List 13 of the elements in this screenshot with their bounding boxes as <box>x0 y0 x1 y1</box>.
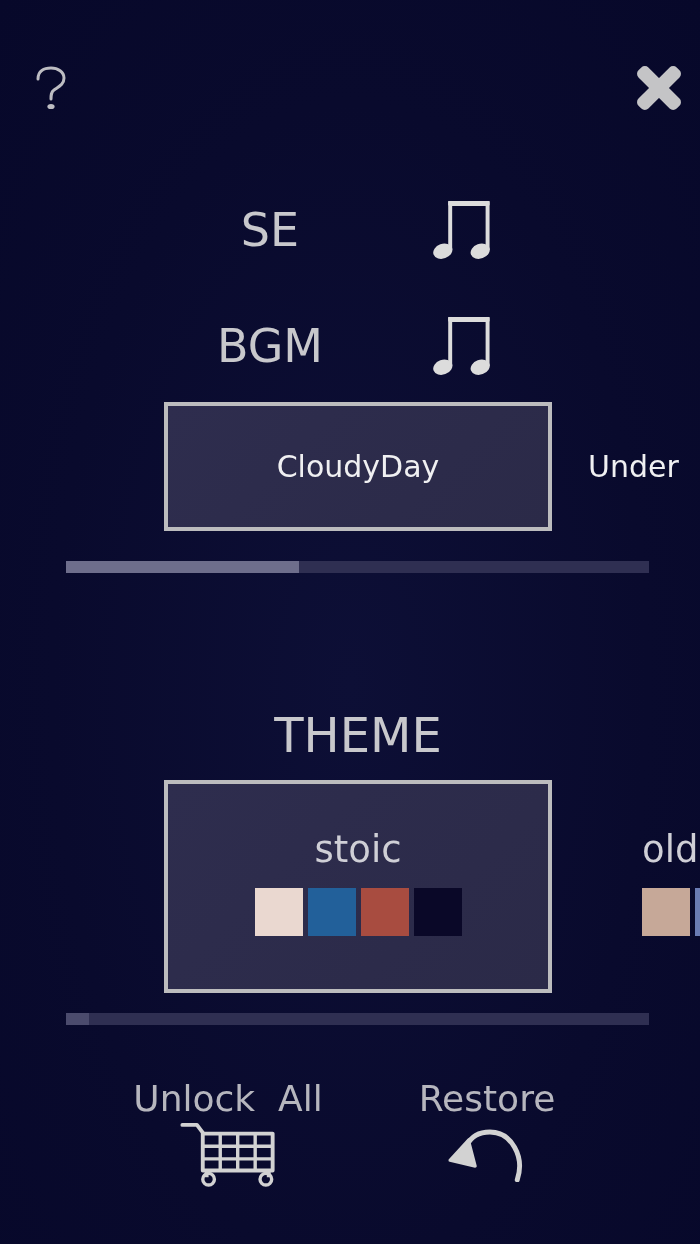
restore-button[interactable]: Restore <box>418 1077 556 1187</box>
track-option[interactable]: CloudyDay <box>164 402 552 531</box>
section-title: THEME <box>273 706 443 764</box>
sound-label: BGM <box>216 321 324 372</box>
theme-option[interactable]: old <box>638 780 700 993</box>
unlock-all-button[interactable]: Unlock All <box>133 1077 323 1187</box>
music-note-icon[interactable] <box>432 200 492 261</box>
music-note-icon[interactable] <box>432 316 492 377</box>
cart-icon <box>179 1121 277 1187</box>
help-icon[interactable] <box>34 66 68 110</box>
sound-label: SE <box>240 205 300 256</box>
track-option[interactable]: Under <box>588 446 679 487</box>
theme-option[interactable]: stoic <box>164 780 552 993</box>
